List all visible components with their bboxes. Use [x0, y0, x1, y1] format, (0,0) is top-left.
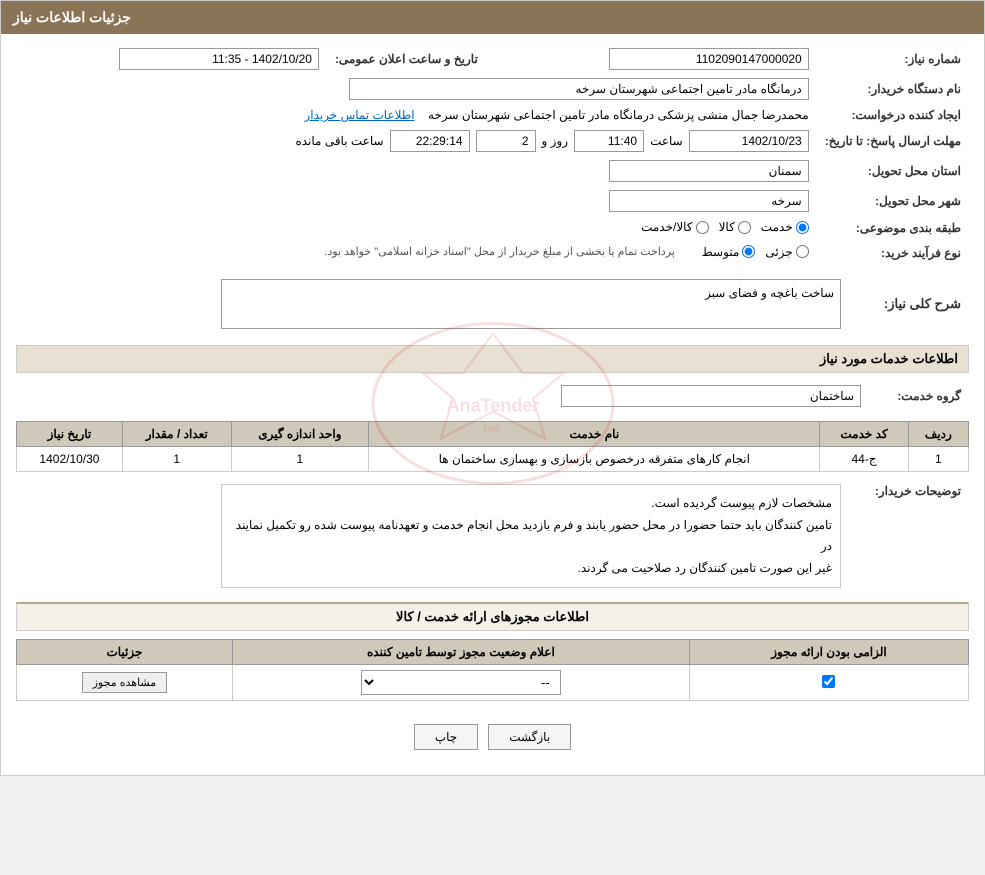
deadline-time: 11:40: [574, 130, 644, 152]
cell-code: ج-44: [820, 447, 908, 472]
services-section-header: اطلاعات خدمات مورد نیاز: [16, 345, 969, 373]
deadline-days: 2: [476, 130, 536, 152]
buyer-notes-content: مشخصات لازم پیوست گردیده است.تامین کنندگ…: [221, 484, 841, 588]
page-title: جزئیات اطلاعات نیاز: [13, 9, 131, 25]
permit-details-cell: مشاهده مجوز: [17, 665, 233, 701]
deadline-label: مهلت ارسال پاسخ: تا تاریخ:: [817, 126, 969, 156]
city-value: سرخه: [609, 190, 809, 212]
header-info-table: شماره نیاز: 1102090147000020 تاریخ و ساع…: [16, 44, 969, 265]
category-option-both[interactable]: کالا/خدمت: [641, 220, 708, 234]
permit-col-details: جزئیات: [17, 640, 233, 665]
purchase-type-medium[interactable]: متوسط: [702, 245, 756, 259]
col-row: ردیف: [908, 422, 968, 447]
cell-date: 1402/10/30: [17, 447, 123, 472]
category-option-goods[interactable]: کالا: [719, 220, 751, 234]
cell-row: 1: [908, 447, 968, 472]
permit-col-status: اعلام وضعیت مجوز توسط تامین کننده: [232, 640, 689, 665]
permit-section-header: اطلاعات مجوزهای ارائه خدمت / کالا: [16, 602, 969, 631]
purchase-type-label-medium: متوسط: [702, 245, 740, 259]
purchase-type-radio-partial[interactable]: [796, 245, 809, 258]
col-name: نام خدمت: [369, 422, 820, 447]
purchase-type-radio-medium[interactable]: [742, 245, 755, 258]
back-button[interactable]: بازگشت: [488, 724, 571, 750]
need-desc-value: ساخت باغچه و فضای سبز: [221, 279, 841, 329]
purchase-type-partial[interactable]: جزئی: [765, 245, 808, 259]
col-code: کد خدمت: [820, 422, 908, 447]
purchase-type-group: جزئی متوسط پرداخت تمام یا بخشی از مبلغ خ…: [324, 245, 808, 259]
need-desc-table: شرح کلی نیاز: ساخت باغچه و فضای سبز: [16, 275, 969, 333]
content-area: AnaTender .net شماره نیاز: 1102090147000…: [1, 34, 984, 775]
bottom-buttons: بازگشت چاپ: [16, 709, 969, 765]
col-date: تاریخ نیاز: [17, 422, 123, 447]
creator-value: محمدرضا جمال منشی پزشکی درمانگاه مادر تا…: [428, 108, 809, 122]
need-number-label: شماره نیاز:: [817, 44, 969, 74]
buyer-notes-table: توضیحات خریدار: مشخصات لازم پیوست گردیده…: [16, 480, 969, 592]
category-radio-goods[interactable]: [738, 221, 751, 234]
buyer-notes-label: توضیحات خریدار:: [849, 480, 969, 592]
announcement-label: تاریخ و ساعت اعلان عمومی:: [327, 44, 486, 74]
deadline-remaining: 22:29:14: [390, 130, 470, 152]
purchase-type-label: نوع فرآیند خرید:: [817, 241, 969, 266]
buyer-org-label: نام دستگاه خریدار:: [817, 74, 969, 104]
city-label: شهر محل تحویل:: [817, 186, 969, 216]
purchase-type-note: پرداخت تمام یا بخشی از مبلغ خریدار از مح…: [324, 245, 675, 258]
print-button[interactable]: چاپ: [414, 724, 478, 750]
note-line: غیر این صورت تامین کنندگان رد صلاحیت می …: [230, 558, 832, 580]
page-wrapper: جزئیات اطلاعات نیاز AnaTender .net شماره…: [0, 0, 985, 776]
category-radio-service[interactable]: [796, 221, 809, 234]
need-desc-label: شرح کلی نیاز:: [849, 275, 969, 333]
permit-status-cell: --: [232, 665, 689, 701]
services-table: ردیف کد خدمت نام خدمت واحد اندازه گیری ت…: [16, 421, 969, 472]
deadline-time-label: ساعت: [650, 134, 683, 148]
permit-table: الزامی بودن ارائه مجوز اعلام وضعیت مجوز …: [16, 639, 969, 701]
category-radio-both[interactable]: [696, 221, 709, 234]
list-item: -- مشاهده مجوز: [17, 665, 969, 701]
deadline-remaining-label: ساعت باقی مانده: [295, 134, 383, 148]
permit-required-cell: [689, 665, 968, 701]
category-label-goods: کالا: [719, 220, 735, 234]
deadline-day-label: روز و: [542, 134, 569, 148]
note-line: تامین کنندگان باید حتما حضورا در محل حضو…: [230, 515, 832, 558]
category-label: طبقه بندی موضوعی:: [817, 216, 969, 241]
col-unit: واحد اندازه گیری: [231, 422, 369, 447]
contact-link[interactable]: اطلاعات تماس خریدار: [304, 108, 414, 122]
cell-name: انجام کارهای متفرقه درخصوص بازسازی و بهس…: [369, 447, 820, 472]
service-group-value: ساختمان: [561, 385, 861, 407]
need-description-section: شرح کلی نیاز: ساخت باغچه و فضای سبز: [16, 275, 969, 333]
note-line: مشخصات لازم پیوست گردیده است.: [230, 493, 832, 515]
category-label-service: خدمت: [761, 220, 793, 234]
service-group-label: گروه خدمت:: [869, 381, 969, 411]
province-value: سمنان: [609, 160, 809, 182]
page-header: جزئیات اطلاعات نیاز: [1, 1, 984, 34]
permit-required-checkbox[interactable]: [822, 675, 835, 688]
permit-col-required: الزامی بودن ارائه مجوز: [689, 640, 968, 665]
creator-label: ایجاد کننده درخواست:: [817, 104, 969, 126]
table-row: 1 ج-44 انجام کارهای متفرقه درخصوص بازساز…: [17, 447, 969, 472]
category-label-both: کالا/خدمت: [641, 220, 692, 234]
deadline-date: 1402/10/23: [689, 130, 809, 152]
cell-qty: 1: [122, 447, 231, 472]
purchase-type-label-partial: جزئی: [765, 245, 792, 259]
category-option-service[interactable]: خدمت: [761, 220, 809, 234]
permit-status-select[interactable]: --: [361, 670, 561, 695]
col-qty: تعداد / مقدار: [122, 422, 231, 447]
buyer-org-value: درمانگاه مادر تامین اجتماعی شهرستان سرخه: [349, 78, 809, 100]
service-group-table: گروه خدمت: ساختمان: [16, 381, 969, 411]
province-label: استان محل تحویل:: [817, 156, 969, 186]
announcement-value: 1402/10/20 - 11:35: [119, 48, 319, 70]
view-permit-button[interactable]: مشاهده مجوز: [82, 672, 167, 693]
cell-unit: 1: [231, 447, 369, 472]
need-number-value: 1102090147000020: [609, 48, 809, 70]
category-radio-group: خدمت کالا کالا/خدمت: [641, 220, 809, 234]
